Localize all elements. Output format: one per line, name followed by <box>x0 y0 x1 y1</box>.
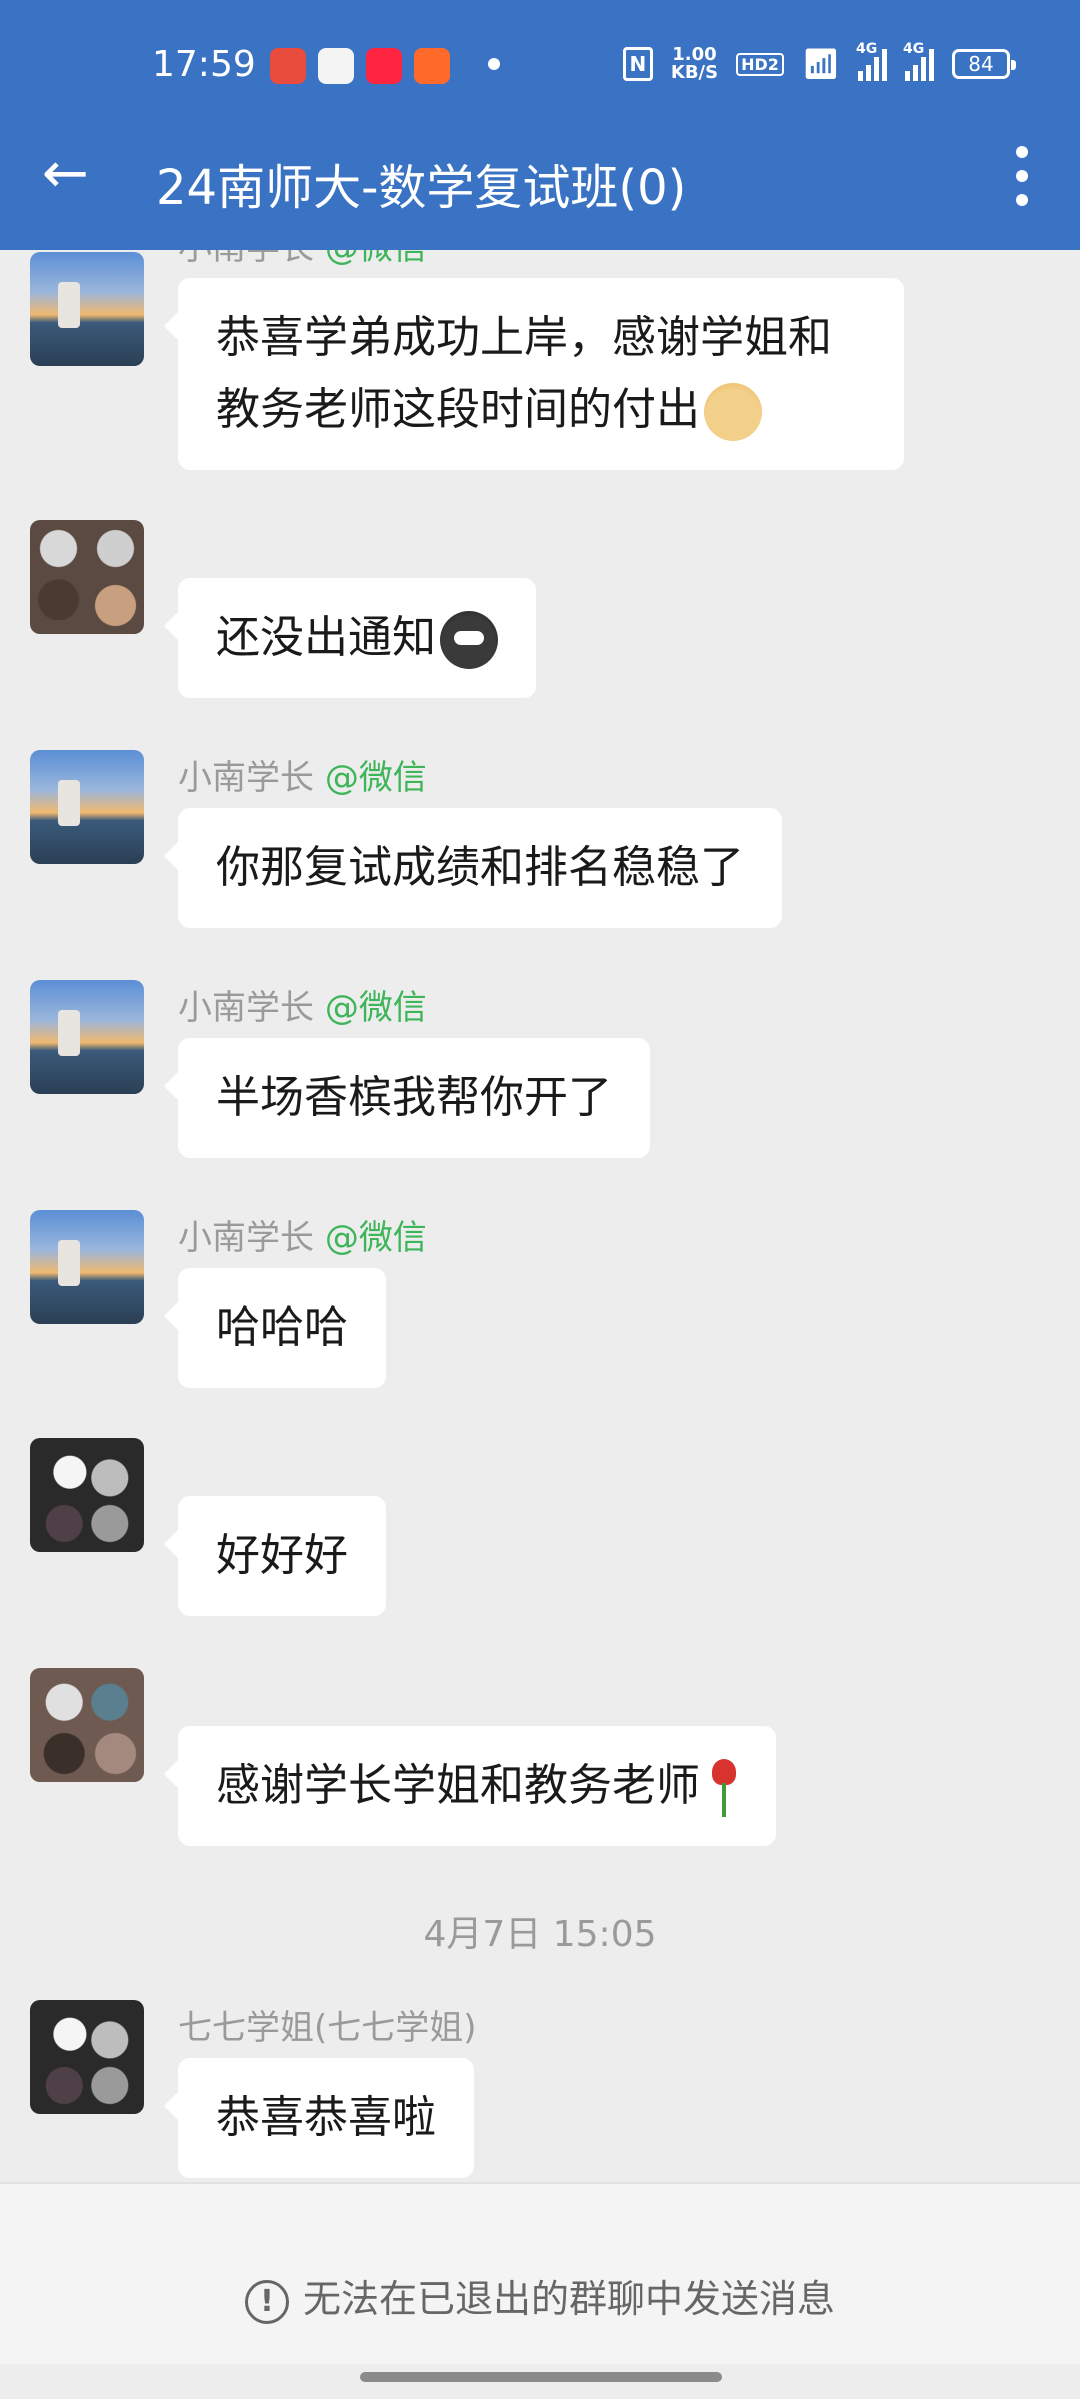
app-icon <box>414 48 450 84</box>
avatar[interactable] <box>30 2000 144 2114</box>
doge-emoji-icon <box>704 383 762 441</box>
hd-voice-icon: HD2 <box>736 52 784 76</box>
avatar[interactable] <box>30 520 144 634</box>
warning-icon: ! <box>244 2279 289 2324</box>
message-bubble[interactable]: 还没出通知 <box>164 578 536 698</box>
message-bubble[interactable]: 半场香槟我帮你开了 <box>164 1038 650 1158</box>
message-bubble[interactable]: 恭喜恭喜啦 <box>164 2058 474 2178</box>
message-bubble[interactable]: 恭喜学弟成功上岸，感谢学姐和教务老师这段时间的付出 <box>164 278 904 470</box>
message-bubble[interactable]: 你那复试成绩和排名稳稳了 <box>164 808 782 928</box>
top-bar: 17:59 N 1.00 KB/S HD2 📶︎ 4G 4G 84 ← 24南师… <box>0 0 1080 250</box>
signal-1-icon: 4G <box>856 41 887 81</box>
system-icons: N 1.00 KB/S HD2 📶︎ 4G 4G 84 <box>622 41 1016 83</box>
home-indicator[interactable] <box>360 2372 722 2382</box>
wifi-icon: 📶︎ <box>801 46 840 82</box>
nfc-icon: N <box>622 47 653 81</box>
rose-emoji-icon <box>710 1759 738 1817</box>
avatar[interactable] <box>30 1438 144 1552</box>
xiaohongshu-app-icon <box>366 48 402 84</box>
back-arrow-icon[interactable]: ← <box>42 146 102 206</box>
sender-name: 小南学长 @微信 <box>178 758 427 798</box>
news-app-icon <box>270 48 306 84</box>
message-list[interactable]: 小南学长 @微信 恭喜学弟成功上岸，感谢学姐和教务老师这段时间的付出 还没出通知… <box>0 250 1080 2180</box>
avatar[interactable] <box>30 1210 144 1324</box>
notification-icons <box>270 48 450 84</box>
message-timestamp: 4月7日 15:05 <box>423 1914 657 1955</box>
crying-emoji-icon <box>440 611 498 669</box>
message-bubble[interactable]: 好好好 <box>164 1496 386 1616</box>
wallet-app-icon <box>318 48 354 84</box>
status-time: 17:59 <box>152 44 256 85</box>
network-speed: 1.00 KB/S <box>670 44 719 83</box>
chat-title: 24南师大-数学复试班(0) <box>156 160 687 216</box>
avatar[interactable] <box>30 252 144 366</box>
message-bubble[interactable]: 感谢学长学姐和教务老师 <box>164 1726 776 1846</box>
sender-name: 小南学长 @微信 <box>178 1218 427 1258</box>
more-options-icon[interactable] <box>992 140 1052 212</box>
title-bar: ← 24南师大-数学复试班(0) <box>0 140 1080 220</box>
sender-name: 小南学长 @微信 <box>178 250 427 269</box>
input-disabled-notice: ! 无法在已退出的群聊中发送消息 <box>0 2182 1080 2364</box>
status-bar: 17:59 N 1.00 KB/S HD2 📶︎ 4G 4G 84 <box>0 40 1080 96</box>
sender-name: 小南学长 @微信 <box>178 988 427 1028</box>
avatar[interactable] <box>30 750 144 864</box>
notice-text: 无法在已退出的群聊中发送消息 <box>302 2277 835 2321</box>
message-bubble[interactable]: 哈哈哈 <box>164 1268 386 1388</box>
avatar[interactable] <box>30 980 144 1094</box>
sender-name: 七七学姐(七七学姐) <box>178 2008 477 2048</box>
signal-2-icon: 4G <box>903 41 934 81</box>
more-notifications-dot-icon <box>488 58 500 70</box>
avatar[interactable] <box>30 1668 144 1782</box>
battery-icon: 84 <box>952 49 1016 79</box>
